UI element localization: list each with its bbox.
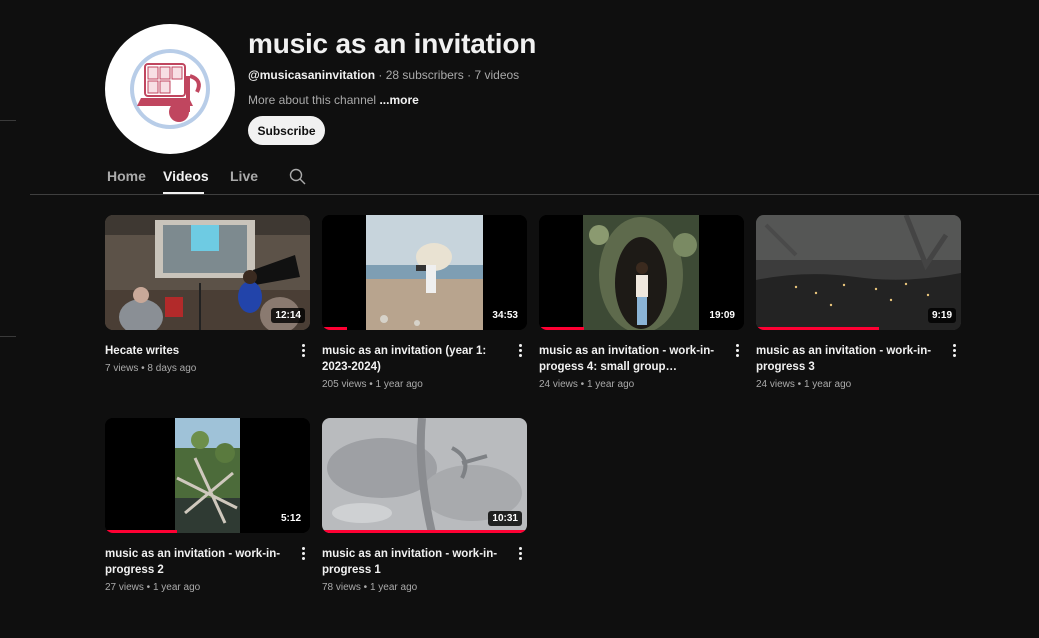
watch-progress-bar — [322, 530, 527, 533]
video-meta: 27 views • 1 year ago — [105, 582, 310, 593]
video-thumbnail[interactable]: 34:53 — [322, 215, 527, 330]
video-card: 12:14 Hecate writes 7 views • 8 days ago — [105, 215, 310, 374]
video-card: 34:53 music as an invitation (year 1: 20… — [322, 215, 527, 390]
video-title[interactable]: music as an invitation - work-in-progres… — [105, 546, 291, 578]
video-card: 10:31 music as an invitation - work-in-p… — [322, 418, 527, 593]
video-meta: 205 views • 1 year ago — [322, 379, 527, 390]
watch-progress-bar — [756, 327, 879, 330]
watch-progress-bar — [322, 327, 347, 330]
video-title[interactable]: music as an invitation - work-in-progres… — [322, 546, 508, 578]
tab-videos[interactable]: Videos — [163, 168, 209, 184]
video-thumbnail[interactable]: 12:14 — [105, 215, 310, 330]
meta-separator: • — [143, 582, 153, 593]
video-views: 7 views — [105, 363, 139, 374]
video-duration: 19:09 — [705, 308, 739, 323]
channel-about[interactable]: More about this channel ...more — [248, 93, 419, 107]
video-thumbnail[interactable]: 9:19 — [756, 215, 961, 330]
channel-tabs: Home Videos Live — [0, 158, 1039, 196]
video-duration: 34:53 — [488, 308, 522, 323]
video-title[interactable]: music as an invitation - work-in-progres… — [756, 343, 942, 375]
video-age: 1 year ago — [803, 379, 852, 390]
video-views: 24 views — [756, 379, 795, 390]
tab-home[interactable]: Home — [107, 168, 146, 184]
more-options-icon[interactable] — [947, 342, 961, 358]
meta-separator: • — [794, 379, 804, 390]
channel-meta: @musicasaninvitation · 28 subscribers · … — [248, 68, 519, 82]
subscriber-count: 28 subscribers — [385, 68, 464, 82]
left-edge-divider — [0, 336, 16, 337]
video-age: 1 year ago — [375, 379, 423, 390]
video-views: 205 views — [322, 379, 367, 390]
more-options-icon[interactable] — [730, 342, 744, 358]
more-options-icon[interactable] — [296, 545, 310, 561]
video-count: 7 videos — [474, 68, 520, 82]
tab-live[interactable]: Live — [230, 168, 258, 184]
search-icon[interactable] — [289, 168, 306, 185]
video-meta: 7 views • 8 days ago — [105, 363, 310, 374]
video-age: 1 year ago — [369, 582, 418, 593]
channel-avatar[interactable] — [105, 24, 235, 154]
meta-separator: · — [463, 68, 475, 82]
more-options-icon[interactable] — [296, 342, 310, 358]
channel-handle: @musicasaninvitation — [248, 68, 376, 82]
video-card: 9:19 music as an invitation - work-in-pr… — [756, 215, 961, 390]
watch-progress-bar — [539, 327, 585, 330]
video-age: 1 year ago — [152, 582, 201, 593]
meta-separator: • — [360, 582, 370, 593]
video-card: 5:12 music as an invitation - work-in-pr… — [105, 418, 310, 593]
video-thumbnail[interactable]: 19:09 — [539, 215, 744, 330]
video-views: 27 views — [105, 582, 144, 593]
meta-separator: · — [375, 68, 386, 82]
meta-separator: • — [366, 379, 376, 390]
video-age: 8 days ago — [147, 363, 197, 374]
video-views: 78 views — [322, 582, 361, 593]
video-title[interactable]: music as an invitation (year 1: 2023-202… — [322, 343, 508, 375]
meta-separator: • — [577, 379, 587, 390]
left-edge-divider — [0, 120, 16, 121]
about-text: More about this channel — [248, 93, 377, 107]
about-more-link[interactable]: ...more — [379, 93, 418, 107]
video-duration: 9:19 — [927, 308, 956, 323]
video-age: 1 year ago — [586, 379, 635, 390]
more-options-icon[interactable] — [513, 342, 527, 358]
more-options-icon[interactable] — [513, 545, 527, 561]
channel-name: music as an invitation — [248, 28, 537, 59]
video-card: 19:09 music as an invitation - work-in-p… — [539, 215, 744, 390]
video-thumbnail[interactable]: 10:31 — [322, 418, 527, 533]
video-title[interactable]: Hecate writes — [105, 343, 291, 359]
video-views: 24 views — [539, 379, 578, 390]
video-duration: 10:31 — [488, 511, 522, 526]
tabs-divider — [30, 194, 1039, 195]
video-meta: 24 views • 1 year ago — [756, 379, 961, 390]
video-thumbnail[interactable]: 5:12 — [105, 418, 310, 533]
video-meta: 78 views • 1 year ago — [322, 582, 527, 593]
subscribe-button[interactable]: Subscribe — [248, 116, 325, 145]
video-duration: 12:14 — [271, 308, 305, 323]
watch-progress-bar — [105, 530, 177, 533]
video-title[interactable]: music as an invitation - work-in-progess… — [539, 343, 725, 375]
video-duration: 5:12 — [276, 511, 305, 526]
video-meta: 24 views • 1 year ago — [539, 379, 744, 390]
